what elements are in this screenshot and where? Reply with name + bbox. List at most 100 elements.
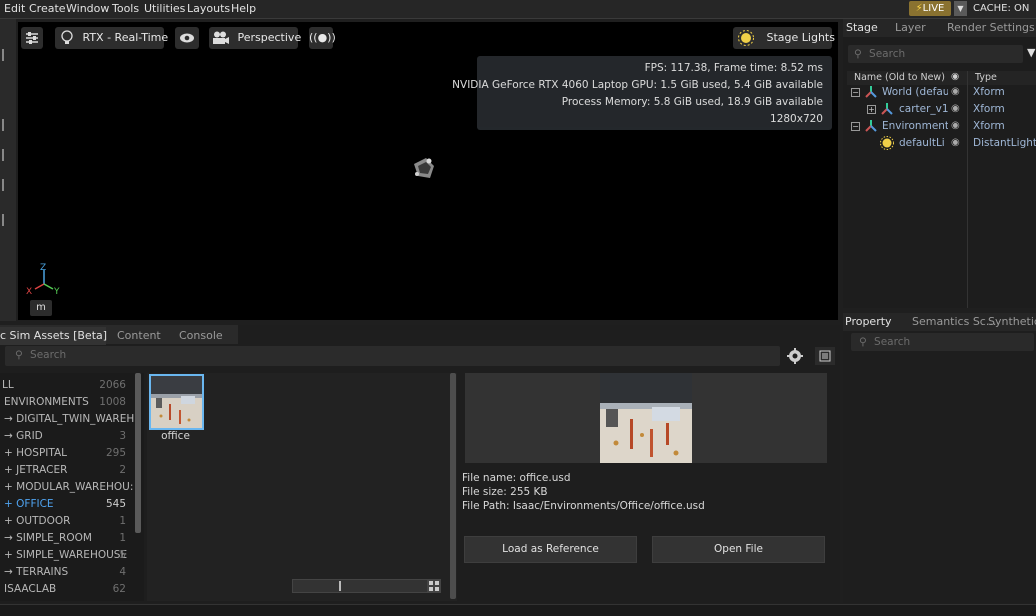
fps-stat: FPS: 117.38, Frame time: 8.52 ms <box>644 62 823 74</box>
menu-bar: Edit Create Window Tools Utilities Layou… <box>0 0 1036 19</box>
viewport-settings-button[interactable] <box>21 27 43 49</box>
thumbnail-size-slider[interactable] <box>292 579 429 593</box>
eye-icon[interactable]: ◉ <box>951 101 960 117</box>
tab-console[interactable]: Console <box>179 327 223 345</box>
tab-semantics[interactable]: Semantics Sc... <box>912 313 996 331</box>
stage-row-name: World (defau <box>882 86 948 98</box>
open-file-button[interactable]: Open File <box>652 536 825 563</box>
load-as-reference-button[interactable]: Load as Reference <box>464 536 637 563</box>
search-icon: ⚲ <box>859 336 867 348</box>
live-button[interactable]: ⚡LIVE <box>909 1 951 16</box>
gear-icon[interactable] <box>786 347 804 365</box>
scale-tool-icon[interactable] <box>2 179 14 191</box>
axis-y-label: Y <box>54 287 60 297</box>
tree-item-count: 2066 <box>99 379 126 391</box>
tree-item-count: 4 <box>119 566 126 578</box>
stage-row-type: Xform <box>973 120 1005 132</box>
property-search-input[interactable]: ⚲ Search <box>851 333 1034 351</box>
office-thumbnail[interactable] <box>149 374 204 430</box>
visibility-column-icon: ◉ <box>951 71 960 82</box>
move-tool-icon[interactable] <box>2 119 14 131</box>
tree-item[interactable]: → TERRAINS 4 <box>0 564 130 581</box>
stage-row-name: Environment <box>882 120 948 132</box>
tree-item[interactable]: + MODULAR_WAREHOU: <box>0 479 133 496</box>
menu-help[interactable]: Help <box>231 2 256 15</box>
stage-search-input[interactable]: ⚲ Search <box>848 45 1023 63</box>
list-view-button[interactable] <box>815 347 835 365</box>
tree-item[interactable]: + HOSPITAL 295 <box>0 445 130 462</box>
menu-utilities[interactable]: Utilities <box>144 2 185 15</box>
collapse-icon[interactable]: − <box>851 88 860 97</box>
type-column-header[interactable]: Type <box>975 72 997 83</box>
tab-content[interactable]: Content <box>117 327 161 345</box>
snap-tool-icon[interactable] <box>2 214 14 226</box>
select-tool-icon[interactable] <box>2 49 14 61</box>
stage-row[interactable]: − World (defau ◉ Xform <box>843 84 1036 100</box>
audio-button[interactable]: ((●)) <box>309 27 336 49</box>
tree-item[interactable]: + OFFICE 545 <box>0 496 130 513</box>
search-icon: ⚲ <box>854 48 862 60</box>
eye-icon[interactable]: ◉ <box>951 118 960 134</box>
tree-item-count: 295 <box>105 447 126 459</box>
chevron-down-icon: ▼ <box>957 4 964 13</box>
tab-stage[interactable]: Stage <box>846 19 878 37</box>
eye-icon <box>180 33 194 43</box>
eye-icon[interactable]: ◉ <box>951 84 960 100</box>
menu-edit[interactable]: Edit <box>4 2 25 15</box>
tab-property[interactable]: Property <box>845 313 892 331</box>
cache-status[interactable]: CACHE: ON <box>973 3 1029 14</box>
axis-z-label: Z <box>40 263 47 273</box>
tree-item[interactable]: LL 2066 <box>0 377 130 394</box>
axis-x-label: X <box>26 287 33 297</box>
filter-icon[interactable]: ▼ <box>1027 46 1035 59</box>
tree-item[interactable]: → DIGITAL_TWIN_WAREH <box>0 411 134 428</box>
stage-lights-label: Stage Lights <box>766 31 835 44</box>
rotate-tool-icon[interactable] <box>2 149 14 161</box>
stage-row[interactable]: + carter_v1 ◉ Xform <box>843 101 1036 117</box>
menu-layouts[interactable]: Layouts <box>187 2 230 15</box>
tab-render-settings[interactable]: Render Settings <box>947 19 1035 37</box>
memory-stat: Process Memory: 5.8 GiB used, 18.9 GiB a… <box>561 96 823 108</box>
stage-row[interactable]: defaultLi ◉ DistantLight <box>843 135 1036 151</box>
tree-item[interactable]: → SIMPLE_ROOM 1 <box>0 530 130 547</box>
live-dropdown-button[interactable]: ▼ <box>954 1 967 16</box>
tree-item-count: 1008 <box>99 396 126 408</box>
tab-sim-assets[interactable]: c Sim Assets [Beta] <box>0 327 107 345</box>
tree-item[interactable]: → GRID 3 <box>0 428 130 445</box>
menu-window[interactable]: Window <box>66 2 109 15</box>
slider-knob[interactable] <box>339 581 341 591</box>
tab-synthetic[interactable]: Synthetic <box>988 313 1036 331</box>
visibility-button[interactable] <box>175 27 199 49</box>
grid-view-icon[interactable] <box>427 579 441 593</box>
collapse-icon[interactable]: − <box>851 122 860 131</box>
name-column-header[interactable]: Name (Old to New) <box>854 72 945 83</box>
asset-details: File name: office.usd File size: 255 KB … <box>462 373 838 601</box>
camera-button[interactable]: Perspective <box>209 27 301 49</box>
expand-icon[interactable]: + <box>867 105 876 114</box>
tree-item[interactable]: ENVIRONMENTS 1008 <box>0 394 130 411</box>
tree-item-count: 3 <box>119 430 126 442</box>
asset-preview-image <box>600 373 692 463</box>
m-button[interactable]: m <box>30 300 52 316</box>
grid-scrollbar[interactable] <box>450 373 456 599</box>
stage-search-placeholder: Search <box>869 48 906 60</box>
tree-scrollbar[interactable] <box>135 373 141 533</box>
stage-lights-button[interactable]: Stage Lights <box>733 27 835 49</box>
xform-icon <box>865 86 877 98</box>
tree-item-label: LL <box>2 379 14 391</box>
tree-item[interactable]: + JETRACER 2 <box>0 462 130 479</box>
render-mode-button[interactable]: RTX - Real-Time <box>55 27 168 49</box>
menu-create[interactable]: Create <box>29 2 66 15</box>
stage-row[interactable]: − Environment ◉ Xform <box>843 118 1036 134</box>
menu-tools[interactable]: Tools <box>112 2 139 15</box>
tree-item[interactable]: ISAACLAB 62 <box>0 581 130 598</box>
assets-search-input[interactable]: ⚲ Search <box>5 346 780 366</box>
asset-grid: office <box>147 373 457 601</box>
tree-item-label: + HOSPITAL <box>4 447 68 459</box>
tab-layer[interactable]: Layer <box>895 19 926 37</box>
tree-item[interactable]: + OUTDOOR 1 <box>0 513 130 530</box>
viewport[interactable]: RTX - Real-Time Perspective ((●)) Stage … <box>18 22 838 320</box>
tree-item[interactable]: + SIMPLE_WAREHOUSE 5 <box>0 547 130 564</box>
robot-model[interactable] <box>408 152 440 184</box>
eye-icon[interactable]: ◉ <box>951 135 960 151</box>
